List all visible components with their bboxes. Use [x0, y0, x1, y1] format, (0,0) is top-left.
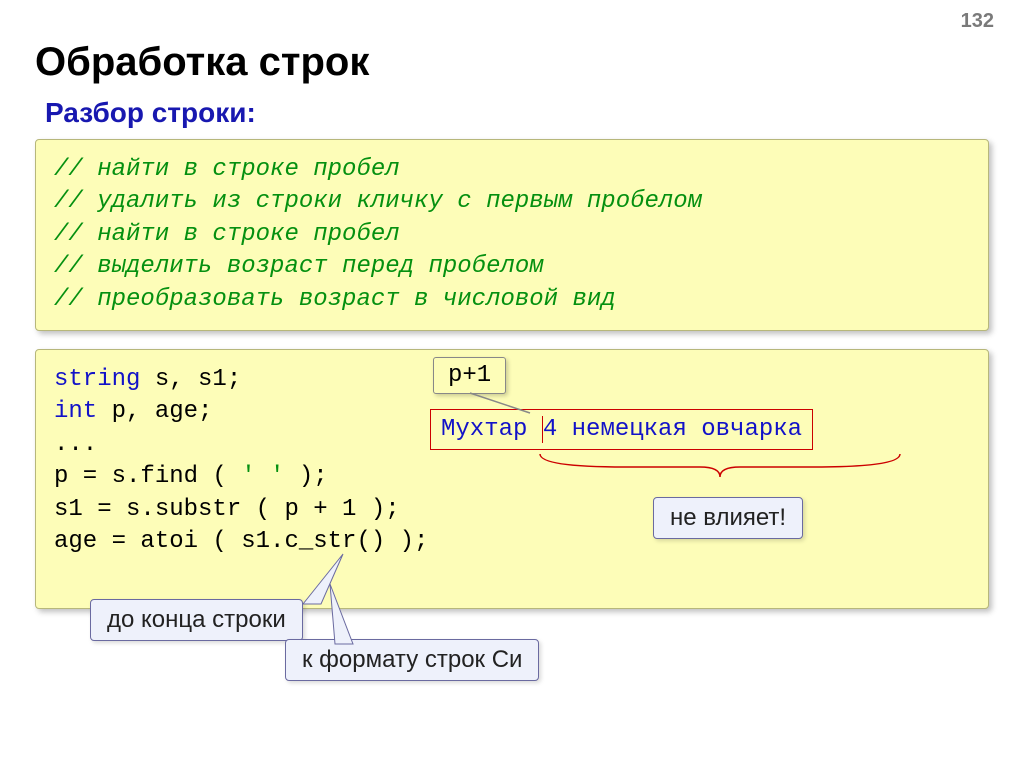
callout-to-end: до конца строки: [90, 599, 303, 641]
code-line: s1 = s.substr ( p + 1 );: [54, 494, 970, 526]
code-text: p, age;: [97, 398, 212, 425]
keyword-int: int: [54, 398, 97, 425]
code-box: string s, s1; int p, age; ... p = s.find…: [35, 349, 989, 609]
char-literal: ' ': [241, 463, 284, 490]
slide-title: Обработка строк: [35, 40, 989, 85]
code-text: s, s1;: [140, 366, 241, 393]
comment-line: // преобразовать возраст в числовой вид: [54, 284, 970, 316]
code-text: s1 = s.substr ( p +: [54, 496, 342, 523]
sample-part2: 4 немецкая овчарка: [543, 416, 802, 443]
comment-line: // найти в строке пробел: [54, 219, 970, 251]
callout-c-format: к формату строк Си: [285, 639, 539, 681]
code-text: );: [356, 496, 399, 523]
code-text: );: [284, 463, 327, 490]
slide: 132 Обработка строк Разбор строки: // на…: [0, 0, 1024, 767]
pseudocode-box: // найти в строке пробел // удалить из с…: [35, 139, 989, 331]
section-subtitle: Разбор строки:: [45, 97, 989, 129]
comment-line: // удалить из строки кличку с первым про…: [54, 186, 970, 218]
page-number: 132: [961, 10, 994, 33]
tag-p-plus-1: p+1: [433, 357, 506, 394]
brace-icon: [535, 449, 905, 479]
code-text: p = s.find (: [54, 463, 241, 490]
connector-line-icon: [465, 391, 545, 416]
sample-part1: Мухтар: [441, 416, 542, 443]
literal-one: 1: [342, 496, 356, 523]
code-line: age = atoi ( s1.c_str() );: [54, 526, 970, 558]
comment-line: // выделить возраст перед пробелом: [54, 251, 970, 283]
callout-pointer-icon: [325, 579, 385, 649]
comment-line: // найти в строке пробел: [54, 154, 970, 186]
keyword-string: string: [54, 366, 140, 393]
callout-no-impact: не влияет!: [653, 497, 803, 539]
